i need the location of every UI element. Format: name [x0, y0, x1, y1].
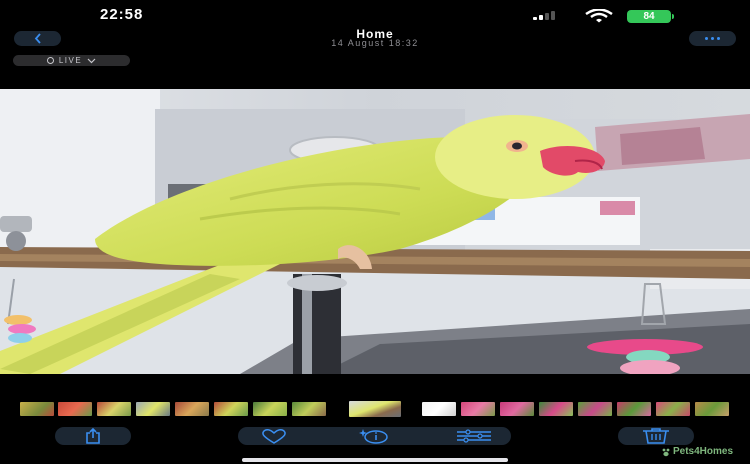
live-icon [46, 57, 54, 64]
ellipsis-icon [705, 37, 708, 40]
delete-button[interactable] [618, 427, 694, 445]
status-time: 22:58 [100, 6, 144, 23]
thumbnail[interactable] [136, 402, 170, 416]
thumbnail[interactable] [422, 402, 456, 416]
thumbnail-strip[interactable] [0, 401, 750, 418]
thumbnail[interactable] [214, 402, 248, 416]
thumbnail-selected[interactable] [349, 401, 401, 417]
cellular-signal-icon [533, 11, 555, 20]
thumbnail[interactable] [175, 402, 209, 416]
paw-icon [662, 448, 670, 456]
battery-level: 84 [643, 11, 655, 22]
thumbnail[interactable] [58, 402, 92, 416]
share-icon [86, 428, 100, 444]
photo-scene [0, 89, 750, 374]
trash-icon [643, 428, 669, 444]
info-sparkle-icon[interactable] [358, 428, 388, 444]
thumbnail[interactable] [97, 402, 131, 416]
chevron-down-icon [87, 58, 96, 63]
more-button[interactable] [689, 31, 736, 46]
live-label: LIVE [58, 56, 83, 65]
parrot-photo[interactable] [0, 89, 750, 374]
thumbnail[interactable] [617, 402, 651, 416]
thumbnail[interactable] [461, 402, 495, 416]
thumbnail[interactable] [695, 402, 729, 416]
thumbnail[interactable] [578, 402, 612, 416]
thumbnail[interactable] [539, 402, 573, 416]
home-indicator[interactable] [242, 458, 508, 462]
share-button[interactable] [55, 427, 131, 445]
watermark: Pets4Homes [661, 446, 733, 457]
sliders-icon[interactable] [456, 429, 492, 443]
thumbnail[interactable] [500, 402, 534, 416]
live-photo-button[interactable]: LIVE [13, 55, 130, 66]
thumbnail[interactable] [292, 402, 326, 416]
watermark-text: Pets4Homes [673, 446, 734, 457]
battery-nub [672, 14, 674, 19]
wifi-icon [585, 9, 613, 23]
thumbnail[interactable] [20, 402, 54, 416]
thumbnail[interactable] [656, 402, 690, 416]
photo-date: 14 August 18:32 [331, 38, 419, 48]
heart-icon[interactable] [258, 428, 290, 444]
photo-actions-group [238, 427, 511, 445]
thumbnail[interactable] [253, 402, 287, 416]
battery-indicator: 84 [627, 10, 671, 23]
